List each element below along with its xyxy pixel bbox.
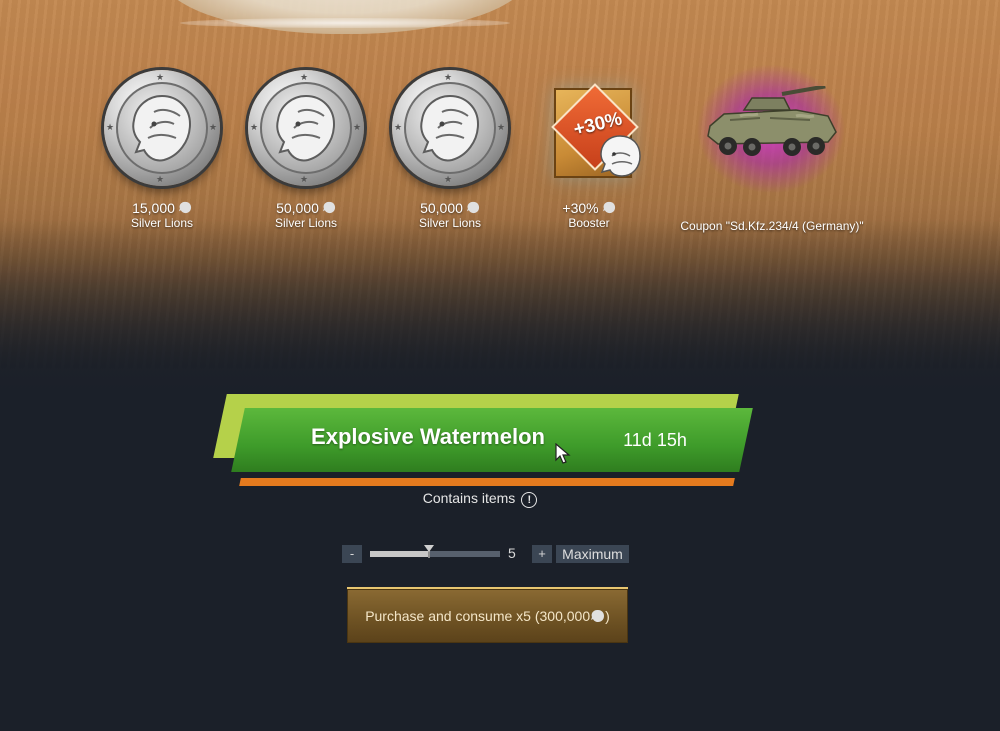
lion-head-icon [132, 94, 192, 162]
purchase-label-suffix: ) [605, 608, 610, 624]
lion-head-icon [600, 135, 641, 177]
quantity-value: 5 [508, 545, 516, 561]
contains-items-label: Contains items [422, 490, 516, 506]
reward-amount: 15,000 [132, 200, 175, 216]
reward-silver-lions-3: 50,000 Silver Lions [390, 200, 510, 230]
reward-amount: 50,000 [276, 200, 319, 216]
purchase-label: Purchase and consume x5 (300,000 [365, 608, 591, 624]
silver-lion-mini-icon [602, 201, 615, 214]
lion-head-icon [276, 94, 336, 162]
info-icon[interactable]: ! [521, 492, 538, 508]
maximum-quantity-button[interactable]: Maximum [556, 545, 629, 563]
vehicle-icon[interactable] [700, 86, 844, 166]
silver-lion-mini-icon [178, 201, 191, 214]
reward-booster: +30% Booster [530, 200, 648, 230]
purchase-button[interactable]: Purchase and consume x5 (300,000) [347, 587, 628, 643]
silver-lion-mini-icon [322, 201, 335, 214]
quantity-slider-notch [428, 551, 430, 558]
silver-lion-coin-icon[interactable]: ★ ★ ★ ★ [104, 70, 220, 186]
reward-name: Silver Lions [274, 216, 338, 230]
mouse-cursor-icon [555, 443, 571, 464]
reward-name: Coupon "Sd.Kfz.234/4 (Germany)" [680, 219, 864, 233]
banner-stripe [239, 478, 735, 486]
reward-name: Booster [568, 216, 610, 230]
silver-lion-coin-icon[interactable]: ★ ★ ★ ★ [248, 70, 364, 186]
quantity-slider[interactable] [370, 551, 500, 557]
reward-name: Silver Lions [418, 216, 482, 230]
quantity-slider-thumb[interactable] [424, 545, 434, 552]
reward-amount: 50,000 [420, 200, 463, 216]
contains-items-link[interactable]: Contains items! [380, 490, 580, 508]
reward-name: Silver Lions [130, 216, 194, 230]
reward-silver-lions-2: 50,000 Silver Lions [246, 200, 366, 230]
increase-quantity-button[interactable]: + [532, 545, 552, 563]
reward-silver-lions-1: 15,000 Silver Lions [102, 200, 222, 230]
trophy-timer: 11d 15h [623, 430, 687, 450]
reward-amount: +30% [562, 200, 599, 216]
lion-head-icon [420, 94, 480, 162]
quantity-slider-fill [370, 551, 429, 557]
decrease-quantity-button[interactable]: - [342, 545, 362, 563]
booster-card-icon[interactable]: +30% [550, 83, 642, 184]
reward-coupon: Coupon "Sd.Kfz.234/4 (Germany)" [668, 219, 876, 233]
silver-lion-coin-icon[interactable]: ★ ★ ★ ★ [392, 70, 508, 186]
silver-lion-mini-icon [591, 610, 605, 622]
armored-car-icon [707, 86, 837, 156]
sand-texture [0, 0, 1000, 380]
silver-lion-mini-icon [466, 201, 479, 214]
